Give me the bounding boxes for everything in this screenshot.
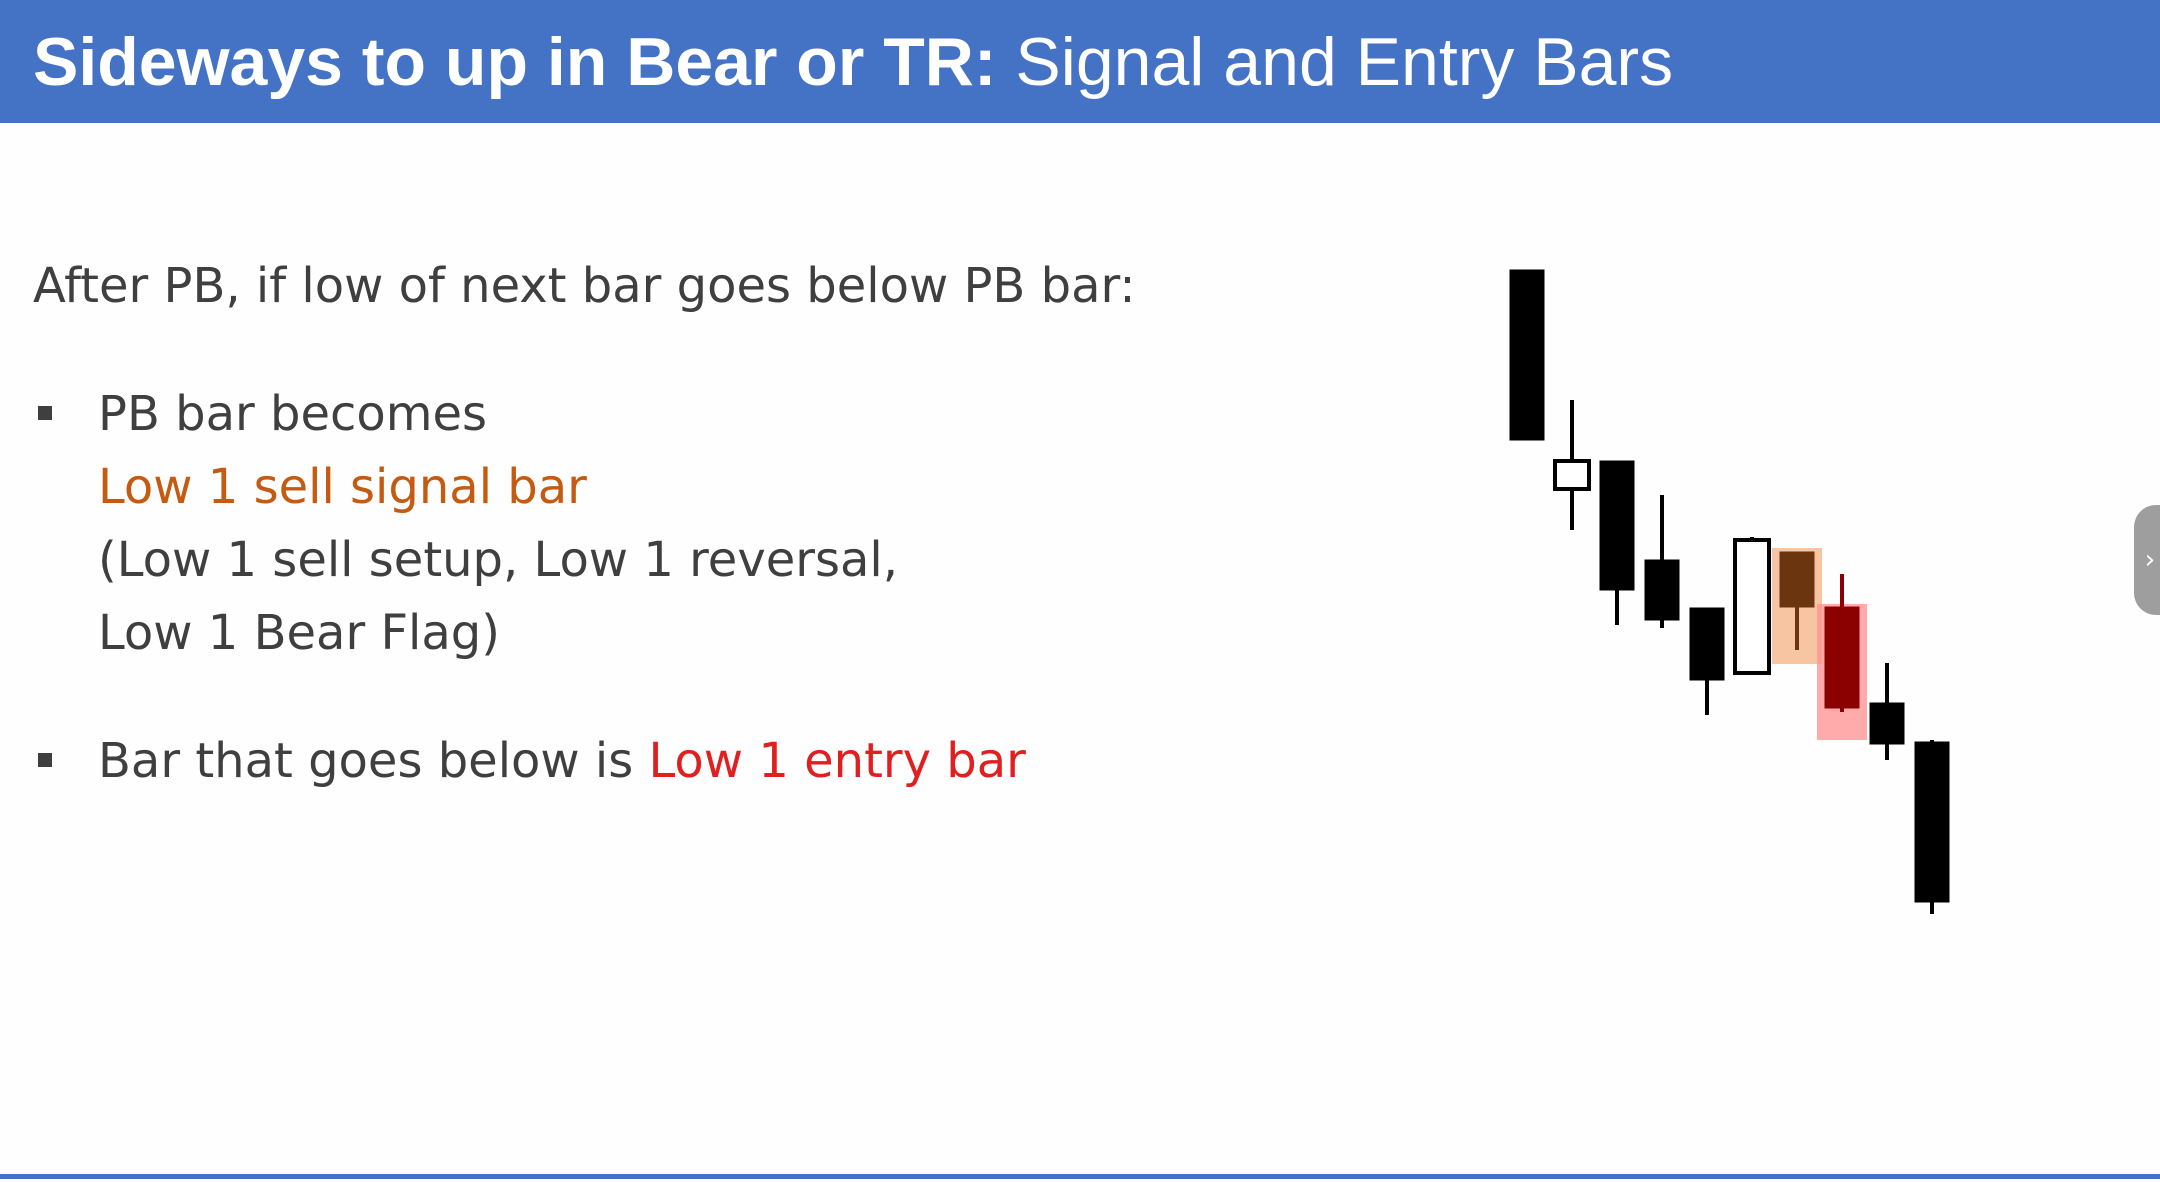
bottom-rule bbox=[0, 1174, 2160, 1179]
bullet1-line1: PB bar becomes bbox=[98, 386, 488, 442]
slide-header: Sideways to up in Bear or TR: Signal and… bbox=[0, 0, 2160, 123]
candle bbox=[1869, 702, 1905, 745]
candle bbox=[1733, 538, 1771, 675]
chevron-right-icon: › bbox=[2144, 545, 2156, 575]
entry-candle bbox=[1824, 606, 1860, 709]
bullet-marker bbox=[38, 406, 52, 420]
bullet-marker bbox=[38, 753, 52, 767]
entry-bar-label: Low 1 entry bar bbox=[648, 733, 1026, 789]
candle bbox=[1599, 460, 1635, 591]
candle bbox=[1553, 459, 1591, 491]
slide-title-bold: Sideways to up in Bear or TR: bbox=[33, 23, 997, 100]
candlestick-chart bbox=[1509, 269, 1950, 914]
candle bbox=[1509, 269, 1545, 441]
bullet1-line3: (Low 1 sell setup, Low 1 reversal, bbox=[98, 532, 899, 588]
signal-candle bbox=[1779, 551, 1815, 608]
bullet1-line4: Low 1 Bear Flag) bbox=[98, 605, 500, 661]
candle bbox=[1914, 741, 1950, 903]
slide-title-regular: Signal and Entry Bars bbox=[996, 23, 1674, 100]
bullet2-text-plain: Bar that goes below is bbox=[98, 733, 649, 789]
candle bbox=[1689, 607, 1725, 681]
candle bbox=[1644, 559, 1680, 621]
signal-bar-label: Low 1 sell signal bar bbox=[98, 459, 587, 515]
bullet2-text: Bar that goes below is Low 1 entry bar bbox=[98, 733, 1026, 789]
intro-text: After PB, if low of next bar goes below … bbox=[33, 258, 1136, 314]
side-panel-tab[interactable]: › bbox=[2134, 505, 2160, 615]
